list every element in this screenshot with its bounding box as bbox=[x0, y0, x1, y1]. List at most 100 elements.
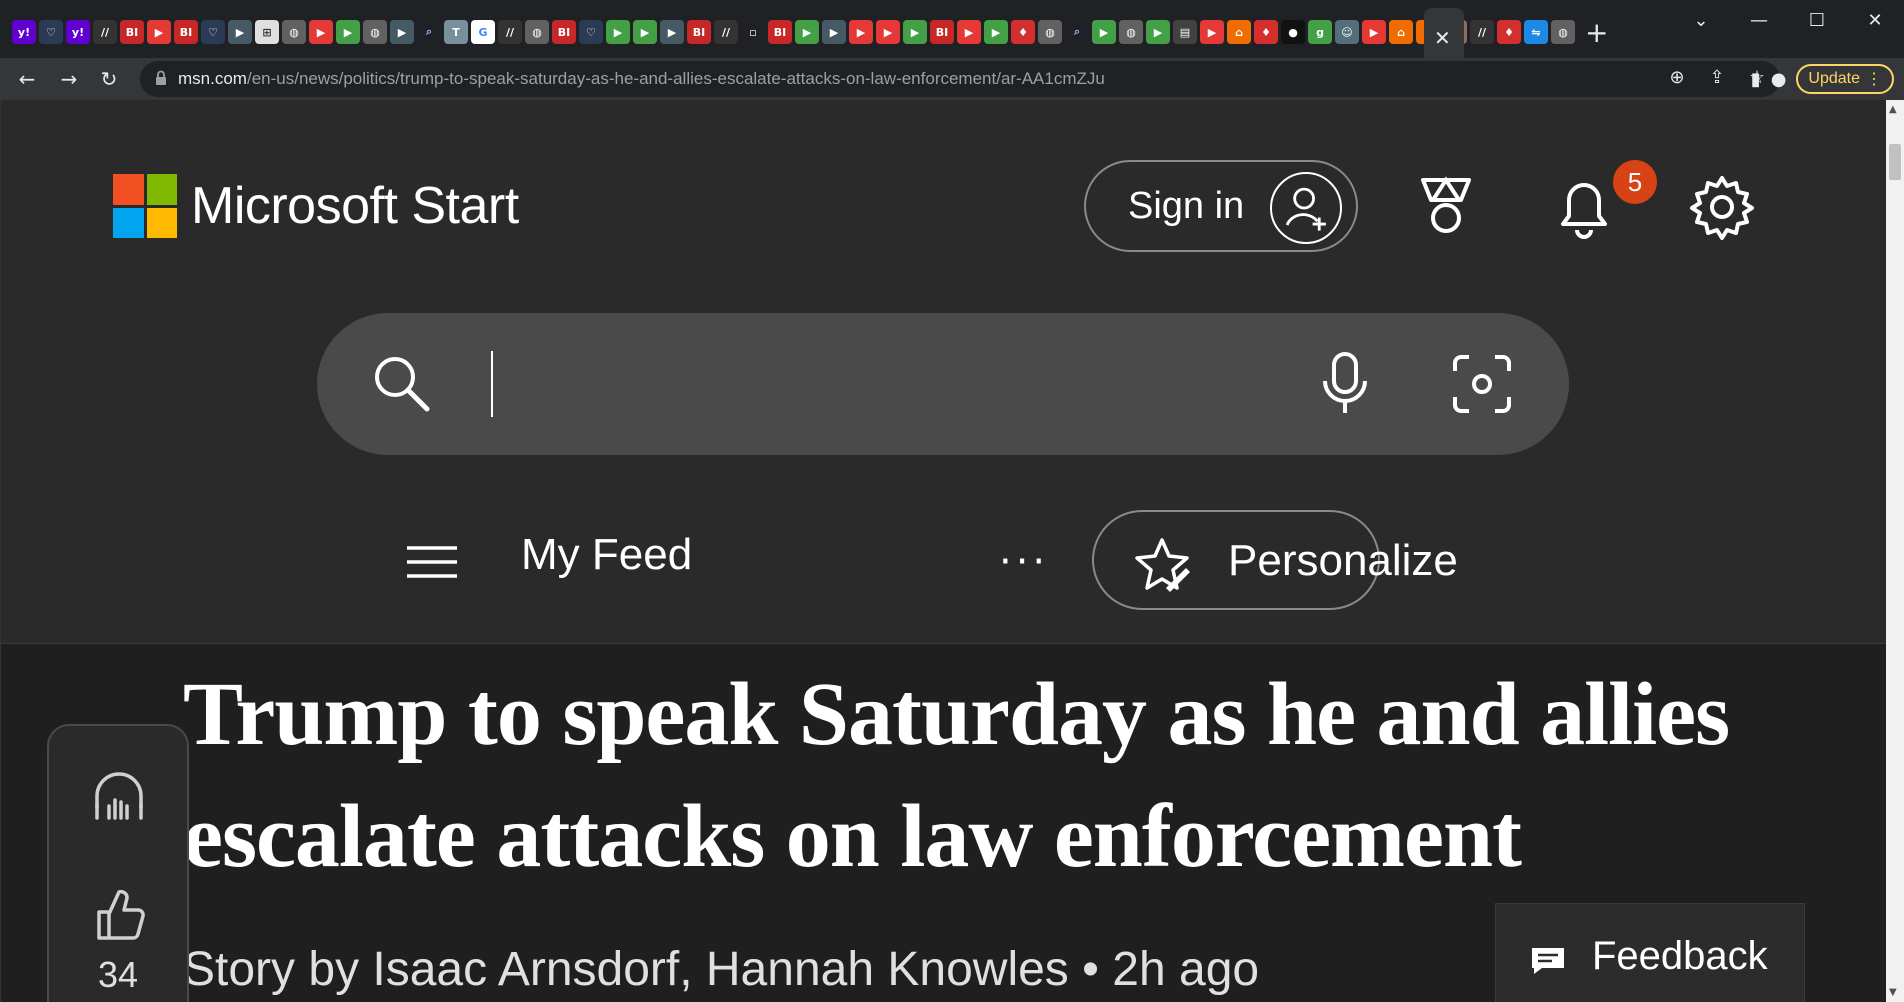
update-button[interactable]: Update ⋮ bbox=[1796, 64, 1894, 94]
play-tab-icon[interactable]: ▶ bbox=[1092, 20, 1116, 44]
person-tab-icon[interactable]: ☺ bbox=[1335, 20, 1359, 44]
personalize-button[interactable]: Personalize bbox=[1092, 510, 1458, 610]
shield-tab-icon[interactable]: ♡ bbox=[39, 20, 63, 44]
my-feed-label[interactable]: My Feed bbox=[521, 530, 692, 580]
headphones-icon[interactable] bbox=[91, 768, 147, 824]
globe-tab-icon[interactable]: ◍ bbox=[525, 20, 549, 44]
search-tab-icon[interactable]: ⌕ bbox=[1065, 20, 1089, 44]
search-bar[interactable] bbox=[317, 313, 1569, 455]
share-icon[interactable]: ⇪ bbox=[1704, 67, 1730, 88]
play-tab-icon[interactable]: ▶ bbox=[903, 20, 927, 44]
share-tab-icon[interactable]: ⇋ bbox=[1524, 20, 1548, 44]
globe-tab-icon[interactable]: ◍ bbox=[363, 20, 387, 44]
maximize-icon[interactable]: ☐ bbox=[1788, 0, 1846, 40]
google-tab-icon[interactable]: G bbox=[471, 20, 495, 44]
grid-tab-icon[interactable]: ⊞ bbox=[255, 20, 279, 44]
notification-bell-icon[interactable] bbox=[1549, 172, 1619, 242]
scrollbar-thumb[interactable] bbox=[1889, 144, 1901, 180]
play-tab-icon[interactable]: ▶ bbox=[606, 20, 630, 44]
play-tab-icon[interactable]: ▶ bbox=[336, 20, 360, 44]
flag-tab-icon[interactable]: ▶ bbox=[390, 20, 414, 44]
translate-tab-icon[interactable]: T bbox=[444, 20, 468, 44]
pin-tab-icon[interactable]: ♦ bbox=[1254, 20, 1278, 44]
new-tab-button[interactable]: + bbox=[1585, 16, 1608, 49]
youtube-tab-icon[interactable]: ▶ bbox=[147, 20, 171, 44]
back-arrow-icon[interactable]: ← bbox=[14, 66, 40, 92]
bi-tab-icon[interactable]: BI bbox=[174, 20, 198, 44]
url-text[interactable]: msn.com/en-us/news/politics/trump-to-spe… bbox=[178, 69, 1105, 89]
paper-tab-icon[interactable]: // bbox=[714, 20, 738, 44]
youtube-tab-icon[interactable]: ▶ bbox=[1362, 20, 1386, 44]
sidepanel-icon[interactable]: ▮ bbox=[1751, 69, 1761, 90]
profile-icon[interactable]: ● bbox=[1771, 69, 1787, 90]
thumbs-up-icon[interactable] bbox=[93, 886, 145, 942]
globe-tab-icon[interactable]: ◍ bbox=[282, 20, 306, 44]
close-window-icon[interactable]: ✕ bbox=[1846, 0, 1904, 40]
news-tab-icon[interactable]: ▤ bbox=[1173, 20, 1197, 44]
forward-arrow-icon[interactable]: → bbox=[56, 66, 82, 92]
url-path: /en-us/news/politics/trump-to-speak-satu… bbox=[246, 69, 1105, 88]
kebab-menu-icon[interactable]: ⋮ bbox=[1866, 69, 1882, 89]
search-input[interactable] bbox=[491, 351, 493, 417]
g-tab-icon[interactable]: g bbox=[1308, 20, 1332, 44]
bookmark-tab-icon[interactable]: ⌂ bbox=[1389, 20, 1413, 44]
visual-search-icon[interactable] bbox=[1451, 353, 1513, 415]
play-tab-icon[interactable]: ▶ bbox=[795, 20, 819, 44]
youtube-tab-icon[interactable]: ▶ bbox=[849, 20, 873, 44]
paper-tab-icon[interactable]: // bbox=[93, 20, 117, 44]
pin-tab-icon[interactable]: ♦ bbox=[1497, 20, 1521, 44]
hamburger-menu-icon[interactable] bbox=[405, 542, 459, 582]
bi-tab-icon[interactable]: BI bbox=[120, 20, 144, 44]
bi-tab-icon[interactable]: BI bbox=[930, 20, 954, 44]
globe-tab-icon[interactable]: ◍ bbox=[1038, 20, 1062, 44]
youtube-tab-icon[interactable]: ▶ bbox=[309, 20, 333, 44]
youtube-tab-icon[interactable]: ▶ bbox=[1200, 20, 1224, 44]
paper-tab-icon[interactable]: // bbox=[1470, 20, 1494, 44]
shield-tab-icon[interactable]: ♡ bbox=[579, 20, 603, 44]
flag-tab-icon[interactable]: ▶ bbox=[822, 20, 846, 44]
blank-tab-icon[interactable]: ▫ bbox=[741, 20, 765, 44]
reload-icon[interactable]: ↻ bbox=[96, 66, 122, 92]
bi-tab-icon[interactable]: BI bbox=[768, 20, 792, 44]
feedback-button[interactable]: Feedback bbox=[1495, 903, 1805, 1002]
flag-tab-icon[interactable]: ▶ bbox=[228, 20, 252, 44]
paper-tab-icon[interactable]: // bbox=[498, 20, 522, 44]
play-tab-icon[interactable]: ▶ bbox=[1146, 20, 1170, 44]
tab-search-icon[interactable]: ⌄ bbox=[1672, 0, 1730, 40]
tab-close-icon[interactable]: ✕ bbox=[1434, 26, 1451, 50]
dark-tab-icon[interactable]: ● bbox=[1281, 20, 1305, 44]
bookmark-tab-icon[interactable]: ⌂ bbox=[1227, 20, 1251, 44]
address-bar[interactable]: msn.com/en-us/news/politics/trump-to-spe… bbox=[140, 61, 1780, 97]
globe-tab-icon[interactable]: ◍ bbox=[1551, 20, 1575, 44]
notification-badge[interactable]: 5 bbox=[1611, 158, 1659, 206]
sign-in-label: Sign in bbox=[1128, 184, 1245, 227]
zoom-icon[interactable]: ⊕ bbox=[1664, 67, 1690, 88]
bi-tab-icon[interactable]: BI bbox=[687, 20, 711, 44]
youtube-tab-icon[interactable]: ▶ bbox=[876, 20, 900, 44]
scroll-up-icon[interactable]: ▲ bbox=[1889, 104, 1897, 115]
more-options-icon[interactable]: ··· bbox=[999, 542, 1049, 582]
rewards-trophy-icon[interactable] bbox=[1411, 172, 1481, 242]
play-tab-icon[interactable]: ▶ bbox=[984, 20, 1008, 44]
yahoo-tab-icon[interactable]: y! bbox=[66, 20, 90, 44]
yahoo-tab-icon[interactable]: y! bbox=[12, 20, 36, 44]
vertical-scrollbar[interactable]: ▲ ▼ bbox=[1886, 100, 1904, 1002]
youtube-tab-icon[interactable]: ▶ bbox=[957, 20, 981, 44]
tab-favicons-right[interactable]: // ♦ ⇋ ◍ bbox=[1470, 20, 1580, 44]
shield-tab-icon[interactable]: ♡ bbox=[201, 20, 225, 44]
play-tab-icon[interactable]: ▶ bbox=[633, 20, 657, 44]
scroll-down-icon[interactable]: ▼ bbox=[1889, 987, 1897, 998]
sign-in-button[interactable]: Sign in bbox=[1084, 160, 1358, 252]
search-icon[interactable] bbox=[371, 353, 431, 413]
microphone-icon[interactable] bbox=[1317, 351, 1373, 417]
globe-tab-icon[interactable]: ◍ bbox=[1119, 20, 1143, 44]
tab-favicons[interactable]: y! ♡ y! // BI ▶ BI ♡ ▶ ⊞ ◍ ▶ ▶ ◍ ▶ ⌕ T G… bbox=[12, 20, 1652, 44]
pin-tab-icon[interactable]: ♦ bbox=[1011, 20, 1035, 44]
microsoft-start-logo[interactable]: Microsoft Start bbox=[113, 174, 519, 238]
search-tab-icon[interactable]: ⌕ bbox=[417, 20, 441, 44]
flag-tab-icon[interactable]: ▶ bbox=[660, 20, 684, 44]
bi-tab-icon[interactable]: BI bbox=[552, 20, 576, 44]
settings-gear-icon[interactable] bbox=[1687, 172, 1757, 242]
lock-icon[interactable] bbox=[152, 69, 170, 87]
minimize-icon[interactable]: — bbox=[1730, 0, 1788, 40]
